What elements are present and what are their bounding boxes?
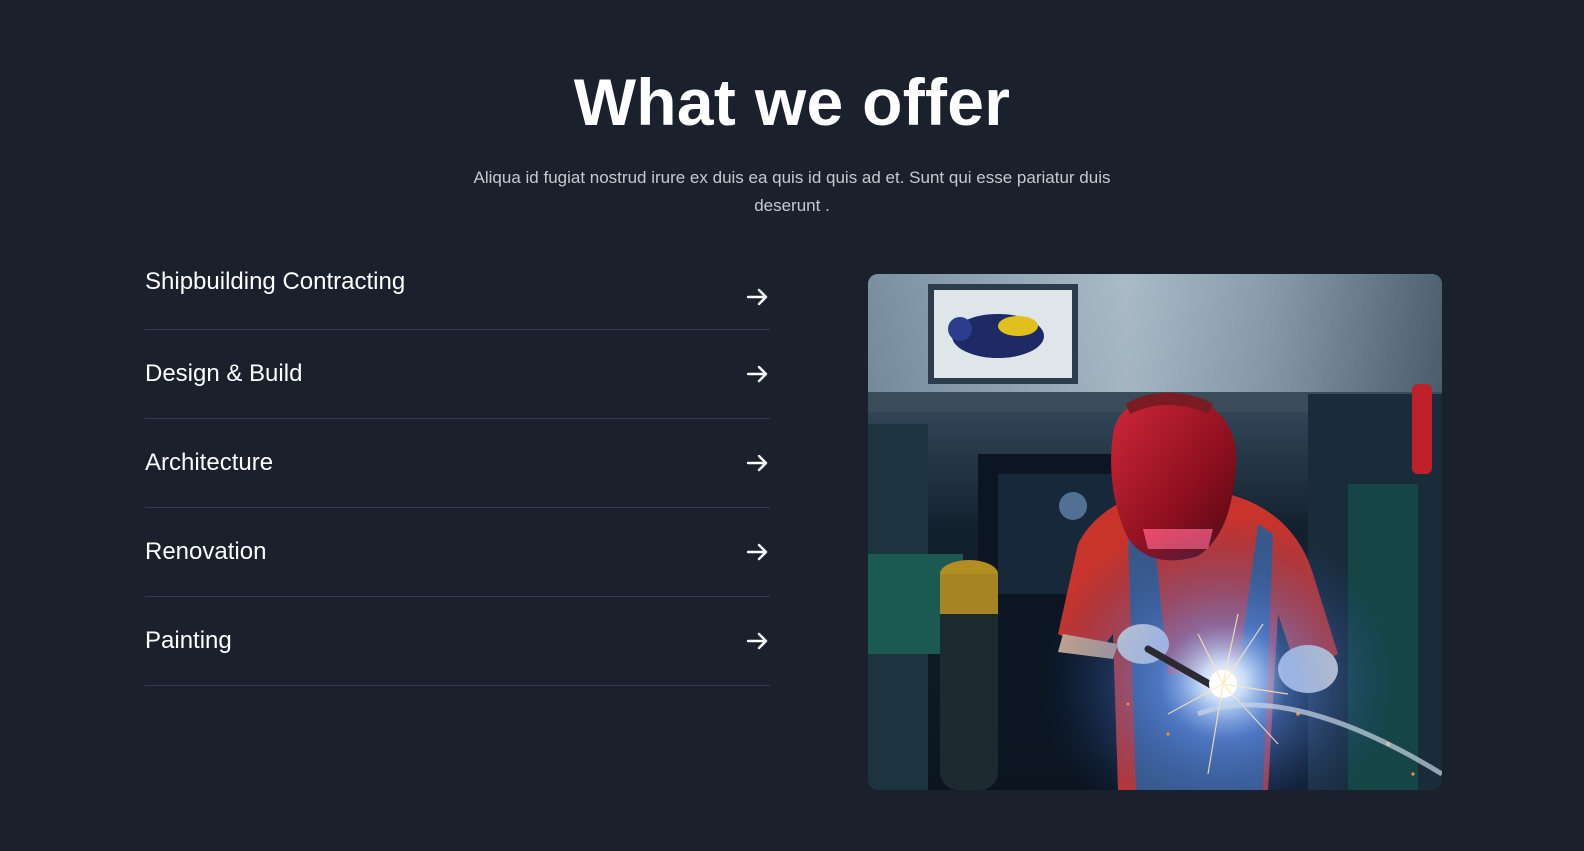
section-subtitle: Aliqua id fugiat nostrud irure ex duis e…: [473, 168, 1111, 215]
what-we-offer-section: What we offer Aliqua id fugiat nostrud i…: [0, 0, 1584, 851]
section-title: What we offer: [573, 65, 1011, 139]
service-label: Renovation: [145, 538, 267, 565]
arrow-right-icon: [746, 365, 768, 383]
services-list: Shipbuilding Contracting Design & Build …: [145, 258, 770, 686]
welder-illustration: [868, 274, 1442, 790]
service-label: Painting: [145, 627, 232, 654]
arrow-right-icon: [746, 288, 768, 306]
service-item-painting[interactable]: Painting: [145, 597, 770, 686]
arrow-right-icon: [746, 543, 768, 561]
service-item-renovation[interactable]: Renovation: [145, 508, 770, 597]
arrow-right-icon: [746, 454, 768, 472]
service-item-design-build[interactable]: Design & Build: [145, 330, 770, 419]
service-item-architecture[interactable]: Architecture: [145, 419, 770, 508]
service-label: Architecture: [145, 449, 274, 476]
arrow-right-icon: [746, 632, 768, 650]
service-label: Design & Build: [145, 360, 303, 387]
welder-photo: [868, 274, 1442, 790]
service-item-shipbuilding-contracting[interactable]: Shipbuilding Contracting: [145, 258, 770, 330]
service-label: Shipbuilding Contracting: [145, 268, 406, 295]
